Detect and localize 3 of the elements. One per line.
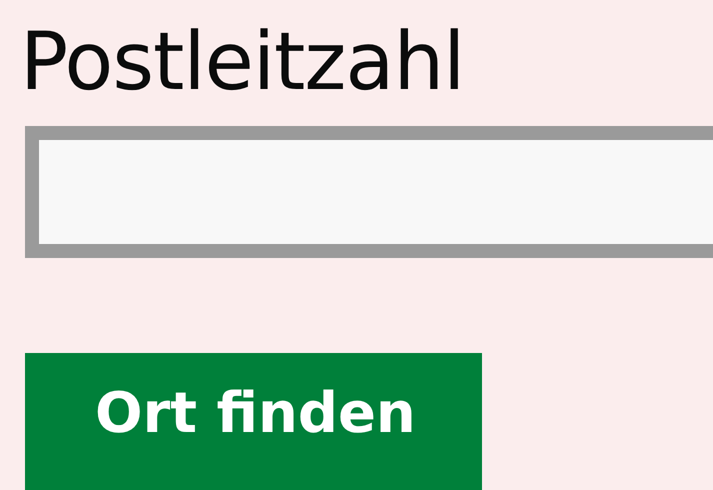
field-label: Postleitzahl	[20, 18, 466, 106]
postcode-input-field[interactable]	[25, 126, 713, 258]
find-place-button[interactable]: Ort finden	[25, 353, 482, 490]
